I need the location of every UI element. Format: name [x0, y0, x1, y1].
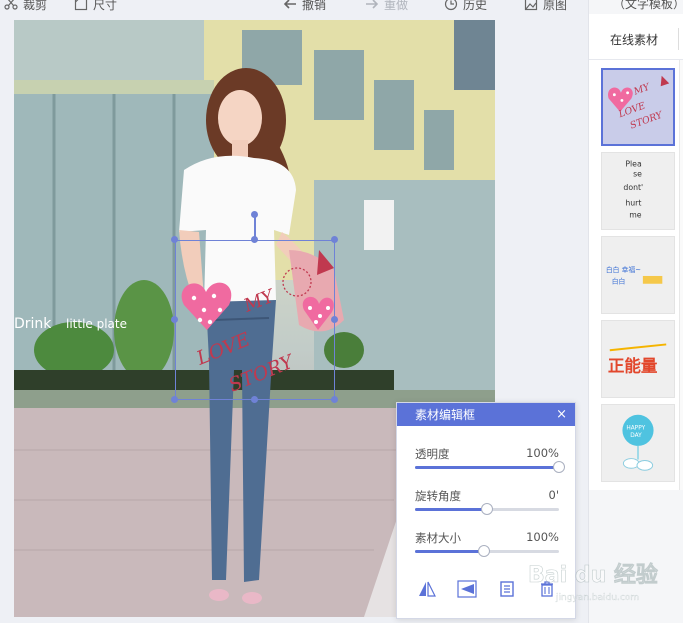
resize-handle-top[interactable] [251, 236, 258, 243]
material-tabs: 在线素材 [589, 14, 683, 60]
material-edit-dialog: 素材编辑框 × 透明度 100% 旋转角度 0' 素材大小 100% [396, 402, 576, 619]
rotation-slider-fill [415, 508, 487, 511]
original-label: 原图 [543, 0, 568, 12]
size-label: 素材大小 [415, 531, 461, 545]
layer-icon [500, 581, 514, 597]
text-template-label: （文字模板） [613, 0, 683, 11]
crop-button[interactable]: 裁剪 [4, 0, 47, 12]
redo-button[interactable]: 重做 [365, 0, 408, 12]
resize-icon [74, 0, 88, 11]
crop-label: 裁剪 [23, 0, 48, 12]
thumb4-text: 正能量 [608, 356, 658, 376]
size-value: 100% [526, 530, 559, 544]
material-panel: （文字模板） 在线素材 MY LOVE STORY Plea se dont' … [588, 0, 683, 623]
dialog-tool-buttons [415, 579, 559, 599]
thumb3-line-1: 白白 幸福~ [606, 265, 641, 274]
opacity-label: 透明度 [415, 447, 450, 461]
rotation-label: 旋转角度 [415, 489, 461, 503]
thumb3-line-2: 白白 [612, 277, 626, 286]
opacity-value: 100% [526, 446, 559, 460]
thumb2-line-1: Plea [625, 160, 642, 169]
rotation-slider[interactable] [415, 503, 559, 515]
flip-horizontal-button[interactable] [415, 579, 439, 599]
resize-handle-top-left[interactable] [171, 236, 178, 243]
resize-handle-right[interactable] [331, 316, 338, 323]
rotation-value: 0' [548, 488, 559, 502]
undo-button[interactable]: 撤销 [283, 0, 326, 12]
size-slider-fill [415, 550, 485, 553]
redo-label: 重做 [384, 0, 409, 12]
sticker-selection-box[interactable] [175, 240, 335, 400]
history-label: 历史 [463, 0, 488, 12]
thumb5-line-2: DAY [630, 433, 642, 439]
thumb2-line-5: me [629, 210, 642, 219]
size-slider[interactable] [415, 545, 559, 557]
material-thumbnail-list: MY LOVE STORY Plea se dont' hurt me 白白 幸… [589, 60, 683, 490]
resize-handle-top-right[interactable] [331, 236, 338, 243]
image-icon [524, 0, 538, 11]
thumb5-line-1: HAPPY [626, 425, 645, 431]
thumb2-line-2: se [633, 169, 642, 178]
thumb-zhengneng-sticker[interactable]: 正能量 [601, 320, 675, 398]
opacity-slider-knob[interactable] [553, 461, 565, 473]
thumb2-line-3: dont' [623, 183, 643, 192]
flip-vertical-button[interactable] [455, 579, 479, 599]
tab-online-material[interactable]: 在线素材 [610, 31, 658, 48]
thumb-please-dont-hurt-me[interactable]: Plea se dont' hurt me [601, 152, 675, 230]
clock-icon [444, 0, 458, 11]
resize-handle-bottom-right[interactable] [331, 396, 338, 403]
delete-icon [541, 581, 553, 597]
size-slider-knob[interactable] [478, 545, 491, 557]
opacity-slider-fill [415, 466, 559, 469]
dialog-title-bar[interactable]: 素材编辑框 × [397, 403, 575, 426]
resize-handle-bottom-left[interactable] [171, 396, 178, 403]
flip-vertical-icon [457, 580, 477, 598]
panel-scrollbar[interactable] [679, 60, 683, 490]
undo-arrow-icon [283, 0, 297, 11]
resize-handle-left[interactable] [171, 316, 178, 323]
layer-button[interactable] [495, 579, 519, 599]
tab-divider [678, 28, 679, 50]
flip-horizontal-icon [419, 581, 436, 597]
redo-arrow-icon [365, 0, 379, 11]
size-label: 尺寸 [93, 0, 118, 12]
undo-label: 撤销 [302, 0, 327, 12]
thumb-my-love-story[interactable]: MY LOVE STORY [601, 68, 675, 146]
thumb1-text-my: MY [631, 81, 651, 97]
close-icon[interactable]: × [556, 408, 567, 421]
opacity-slider[interactable] [415, 461, 565, 473]
shop-text-drink: Drink [14, 316, 52, 332]
text-template-header[interactable]: （文字模板） [589, 0, 683, 14]
thumb-happy-day[interactable]: HAPPY DAY [601, 404, 675, 482]
shop-text-little-plate: little plate [66, 317, 127, 331]
original-image-button[interactable]: 原图 [524, 0, 567, 12]
delete-button[interactable] [535, 579, 559, 599]
thumb-chinese-text-sticker[interactable]: 白白 幸福~ 白白 [601, 236, 675, 314]
rotation-slider-knob[interactable] [481, 503, 493, 515]
top-toolbar: 裁剪 尺寸 撤销 重做 历史 原图 [0, 0, 588, 14]
rotate-handle[interactable] [251, 211, 258, 218]
thumb2-line-4: hurt [625, 199, 641, 208]
scissors-icon [4, 0, 18, 11]
resize-handle-bottom[interactable] [251, 396, 258, 403]
dialog-title: 素材编辑框 [415, 408, 476, 422]
history-button[interactable]: 历史 [444, 0, 487, 12]
size-button[interactable]: 尺寸 [74, 0, 117, 12]
